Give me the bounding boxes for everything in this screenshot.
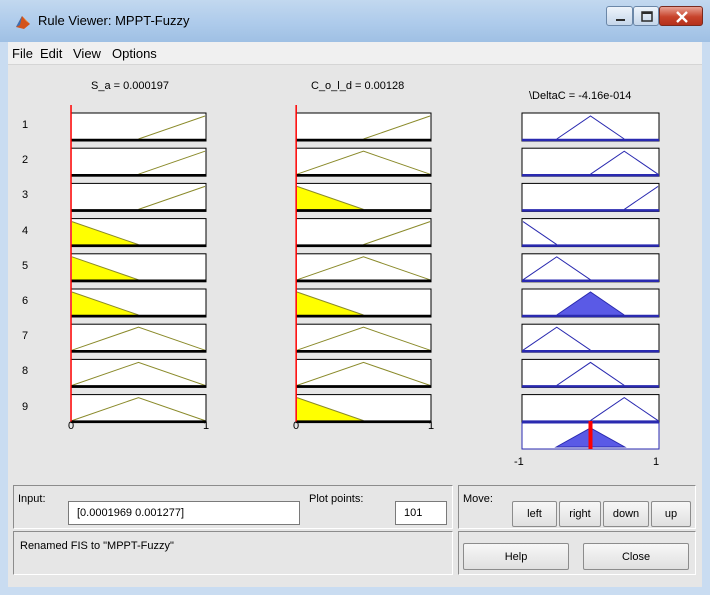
help-button[interactable]: Help: [463, 543, 569, 570]
input-panel: Input: [0.0001969 0.001277] Plot points:…: [13, 485, 453, 529]
menu-view[interactable]: View: [73, 46, 101, 61]
maximize-icon: [641, 11, 653, 22]
move-down-button[interactable]: down: [603, 501, 649, 527]
rule-mf-box: [521, 218, 660, 248]
input2-tick-max: 1: [428, 420, 435, 432]
rule-mf-box: [521, 253, 660, 283]
membership-function-plots[interactable]: [8, 65, 702, 485]
menu-edit[interactable]: Edit: [40, 46, 62, 61]
move-left-button[interactable]: left: [512, 501, 557, 527]
rule-mf-box: [295, 358, 432, 388]
menu-options[interactable]: Options: [112, 46, 157, 61]
minimize-button[interactable]: [606, 6, 633, 26]
rule-mf-box: [70, 182, 207, 212]
move-right-button[interactable]: right: [559, 501, 601, 527]
rule-mf-box: [521, 394, 660, 424]
move-up-button[interactable]: up: [651, 501, 691, 527]
rule-mf-box: [521, 182, 660, 212]
rule-mf-box: [295, 147, 432, 177]
window-title: Rule Viewer: MPPT-Fuzzy: [38, 13, 190, 28]
rule-mf-box: [70, 323, 207, 353]
rule-mf-box: [295, 112, 432, 142]
rule-mf-box: [295, 218, 432, 248]
input-vector-field[interactable]: [0.0001969 0.001277]: [68, 501, 300, 525]
rule-mf-box: [521, 323, 660, 353]
rule-mf-box: [70, 112, 207, 142]
plot-points-field[interactable]: 101: [395, 501, 447, 525]
rule-mf-box: [521, 358, 660, 388]
rule-mf-box: [295, 253, 432, 283]
status-message: Renamed FIS to "MPPT-Fuzzy": [20, 540, 174, 552]
menu-file[interactable]: File: [12, 46, 33, 61]
rule-mf-box: [70, 358, 207, 388]
minimize-icon: [616, 19, 625, 21]
maximize-button[interactable]: [633, 6, 659, 26]
close-button[interactable]: Close: [583, 543, 689, 570]
rule-plots-area: S_a = 0.000197 C_o_l_d = 0.00128 \DeltaC…: [8, 65, 702, 485]
title-bar: Rule Viewer: MPPT-Fuzzy: [0, 0, 710, 42]
actions-panel: Help Close: [458, 531, 696, 575]
close-window-button[interactable]: [659, 6, 703, 26]
output-tick-max: 1: [653, 456, 660, 468]
input1-tick-min: 0: [68, 420, 75, 432]
client-area: S_a = 0.000197 C_o_l_d = 0.00128 \DeltaC…: [8, 65, 702, 587]
input1-tick-max: 1: [203, 420, 210, 432]
rule-mf-box: [295, 323, 432, 353]
rule-mf-box: [521, 147, 660, 177]
menu-bar: File Edit View Options: [8, 42, 702, 65]
move-panel: Move: left right down up: [458, 485, 696, 529]
close-icon: [676, 11, 688, 23]
rule-viewer-window: Rule Viewer: MPPT-Fuzzy File Edit View O…: [0, 0, 710, 595]
output-tick-min: -1: [514, 456, 524, 468]
input-label: Input:: [18, 493, 46, 505]
input2-tick-min: 0: [293, 420, 300, 432]
rule-mf-box: [521, 112, 660, 142]
rule-mf-box: [70, 147, 207, 177]
matlab-app-icon: [14, 13, 32, 31]
move-label: Move:: [463, 493, 493, 505]
status-panel: Renamed FIS to "MPPT-Fuzzy": [13, 531, 453, 575]
plot-points-label: Plot points:: [309, 493, 364, 505]
rule-mf-box: [70, 394, 207, 424]
